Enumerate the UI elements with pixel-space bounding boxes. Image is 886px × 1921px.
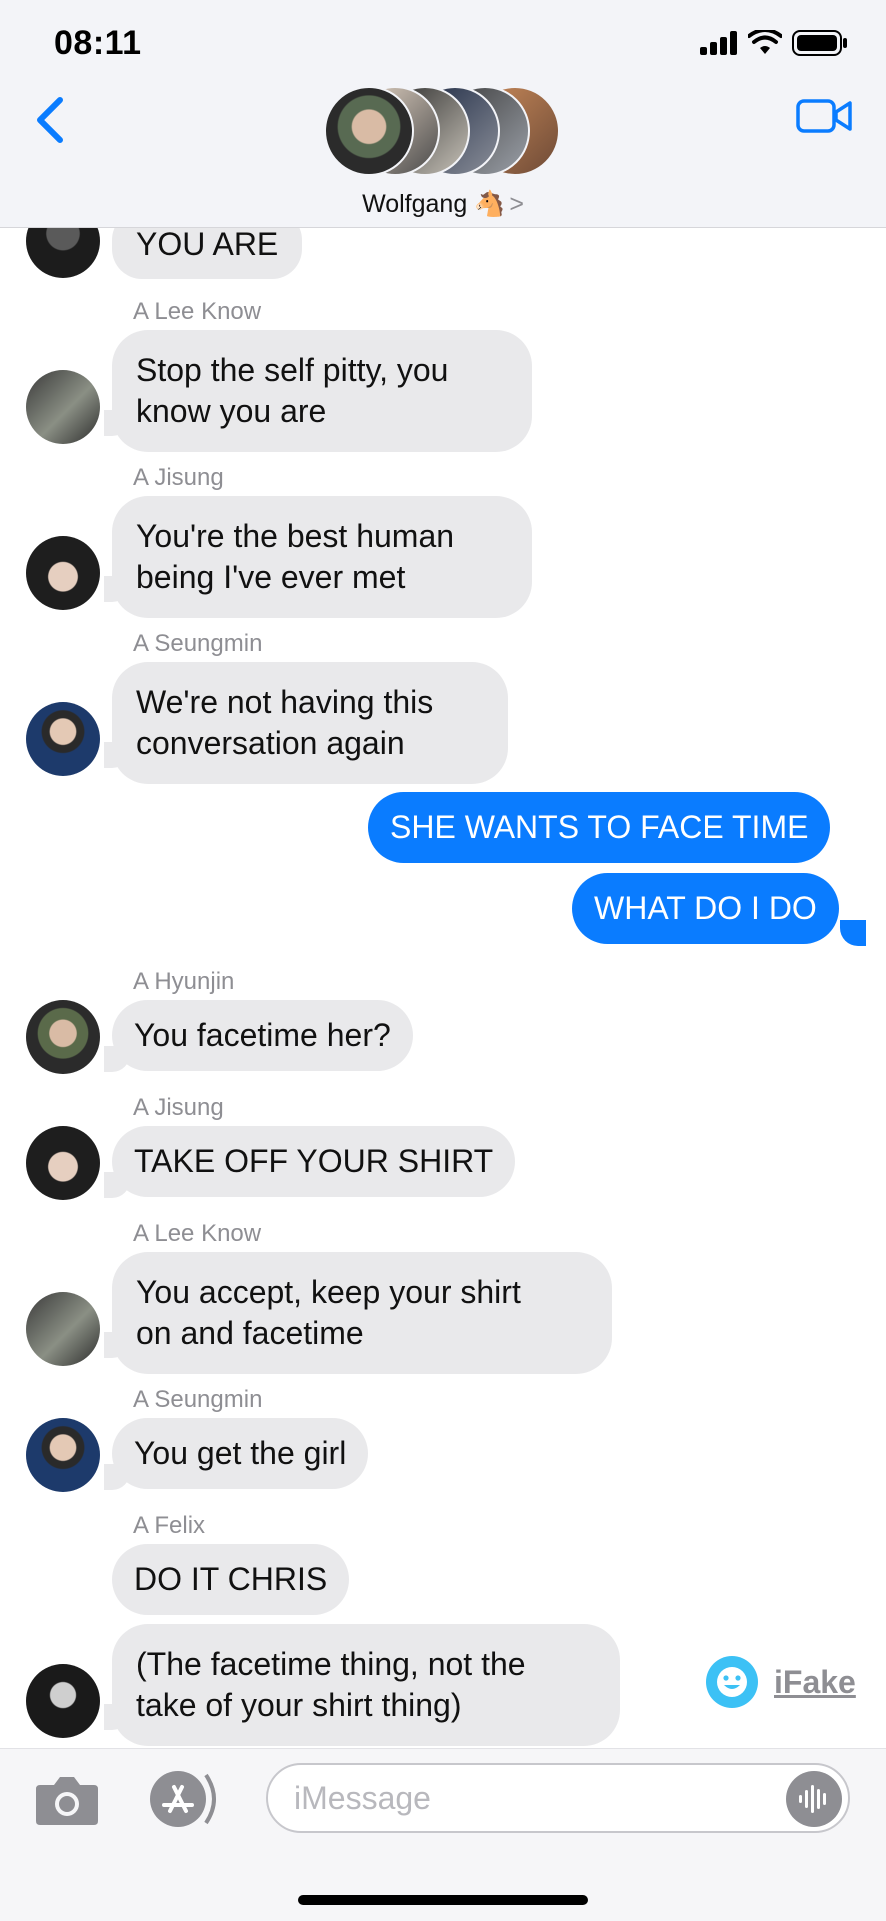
message-text-line: We're not having this (136, 684, 434, 720)
status-icons (700, 26, 848, 60)
message-text-line: conversation again (136, 725, 405, 761)
message-text: You get the girl (134, 1435, 347, 1471)
message-input-placeholder: iMessage (294, 1780, 431, 1816)
message-bubble-outgoing[interactable]: SHE WANTS TO FACE TIME (368, 792, 831, 863)
avatar-felix[interactable] (26, 1664, 100, 1738)
message-text: You facetime her? (134, 1017, 391, 1053)
sender-name: A Jisung (133, 1094, 224, 1121)
avatar-lee-know[interactable] (26, 1292, 100, 1366)
message-text-line: You accept, keep your shirt (136, 1274, 521, 1310)
back-chevron-icon[interactable] (28, 92, 78, 148)
group-avatars[interactable] (320, 86, 570, 180)
message-bubble[interactable]: We're not having this conversation again (112, 662, 508, 784)
ifake-logo-icon (706, 1656, 758, 1708)
signal-icon (700, 31, 737, 55)
message-bubble[interactable]: TAKE OFF YOUR SHIRT (112, 1126, 516, 1197)
sender-name: A Lee Know (133, 298, 262, 325)
message-text-line: Stop the self pitty, you (136, 352, 449, 388)
wifi-icon (748, 30, 782, 54)
message-text: YOU ARE (136, 226, 279, 262)
sender-name: A Felix (133, 1512, 206, 1539)
message-bubble-outgoing[interactable]: WHAT DO I DO (572, 873, 839, 944)
message-text: WHAT DO I DO (594, 890, 817, 926)
group-name-text: Wolfgang 🐴 (362, 190, 506, 218)
status-time: 08:11 (54, 24, 142, 62)
message-bubble[interactable]: You facetime her? (112, 1000, 413, 1071)
message-text: DO IT CHRIS (134, 1561, 328, 1597)
message-text: TAKE OFF YOUR SHIRT (134, 1143, 494, 1179)
message-text-line: on and facetime (136, 1315, 364, 1351)
sender-name: A Jisung (133, 464, 224, 491)
camera-icon[interactable] (34, 1773, 100, 1827)
message-text-line: being I've ever met (136, 559, 406, 595)
message-text-line: know you are (136, 393, 327, 429)
sender-name: A Seungmin (133, 630, 263, 657)
avatar-jisung[interactable] (26, 536, 100, 610)
message-list[interactable]: YOU ARE A Lee Know Stop the self pitty, … (0, 0, 886, 1748)
message-text-line: take of your shirt thing) (136, 1687, 462, 1723)
message-text: SHE WANTS TO FACE TIME (390, 809, 809, 845)
avatar-seungmin[interactable] (26, 1418, 100, 1492)
audio-message-button[interactable] (786, 1771, 842, 1827)
message-text-line: (The facetime thing, not the (136, 1646, 526, 1682)
avatar-hyunjin[interactable] (26, 1000, 100, 1074)
sender-name: A Lee Know (133, 1220, 262, 1247)
group-name[interactable]: Wolfgang 🐴 > (0, 190, 886, 219)
avatar-lee-know[interactable] (26, 370, 100, 444)
message-bubble[interactable]: (The facetime thing, not the take of you… (112, 1624, 620, 1746)
message-text-line: You're the best human (136, 518, 455, 554)
battery-icon (792, 30, 847, 56)
video-camera-icon[interactable] (796, 96, 852, 136)
avatar-jisung[interactable] (26, 1126, 100, 1200)
app-store-icon[interactable] (146, 1769, 224, 1829)
sender-name: A Seungmin (133, 1386, 263, 1413)
avatar-seungmin[interactable] (26, 702, 100, 776)
message-bubble[interactable]: You accept, keep your shirt on and facet… (112, 1252, 612, 1374)
watermark-text: iFake (774, 1663, 856, 1700)
message-bubble[interactable]: DO IT CHRIS (112, 1544, 350, 1615)
conversation-header: 08:11 Wolfgang 🐴 > (0, 0, 886, 228)
chevron-right-icon: > (509, 190, 524, 218)
ifake-watermark: iFake (706, 1656, 856, 1708)
message-bubble[interactable]: You get the girl (112, 1418, 369, 1489)
message-bubble[interactable]: You're the best human being I've ever me… (112, 496, 532, 618)
audio-waveform-icon (799, 1785, 826, 1813)
home-indicator[interactable] (298, 1895, 588, 1905)
compose-bar: iMessage (0, 1748, 886, 1921)
bubble-tail (840, 920, 866, 946)
sender-name: A Hyunjin (133, 968, 235, 995)
message-input[interactable]: iMessage (266, 1763, 850, 1833)
message-bubble[interactable]: Stop the self pitty, you know you are (112, 330, 532, 452)
group-avatar (324, 86, 414, 176)
